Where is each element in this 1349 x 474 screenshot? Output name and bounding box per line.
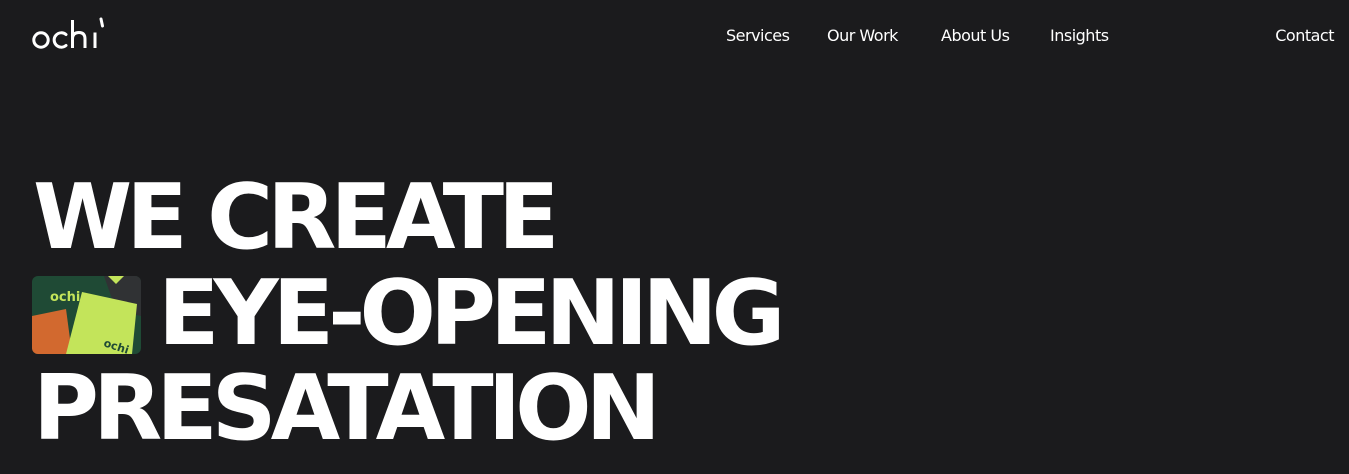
hero-heading-line-3: PRESATATION [33, 356, 661, 461]
thumbnail-logo-text: ochi [50, 290, 80, 305]
nav-link-insights[interactable]: Insights [1050, 24, 1109, 48]
nav-link-about-us[interactable]: About Us [941, 24, 1010, 48]
hero-heading-line-2: EYE-OPENING [158, 261, 785, 366]
hero-heading-line-1: WE CREATE [33, 165, 559, 270]
nav-link-services[interactable]: Services [726, 24, 790, 48]
nav-link-contact[interactable]: Contact [1275, 24, 1334, 48]
hero-thumbnail-image: ochi ochi [32, 276, 141, 354]
main-nav: Services Our Work About Us Insights Cont… [0, 24, 1349, 48]
nav-link-our-work[interactable]: Our Work [827, 24, 898, 48]
